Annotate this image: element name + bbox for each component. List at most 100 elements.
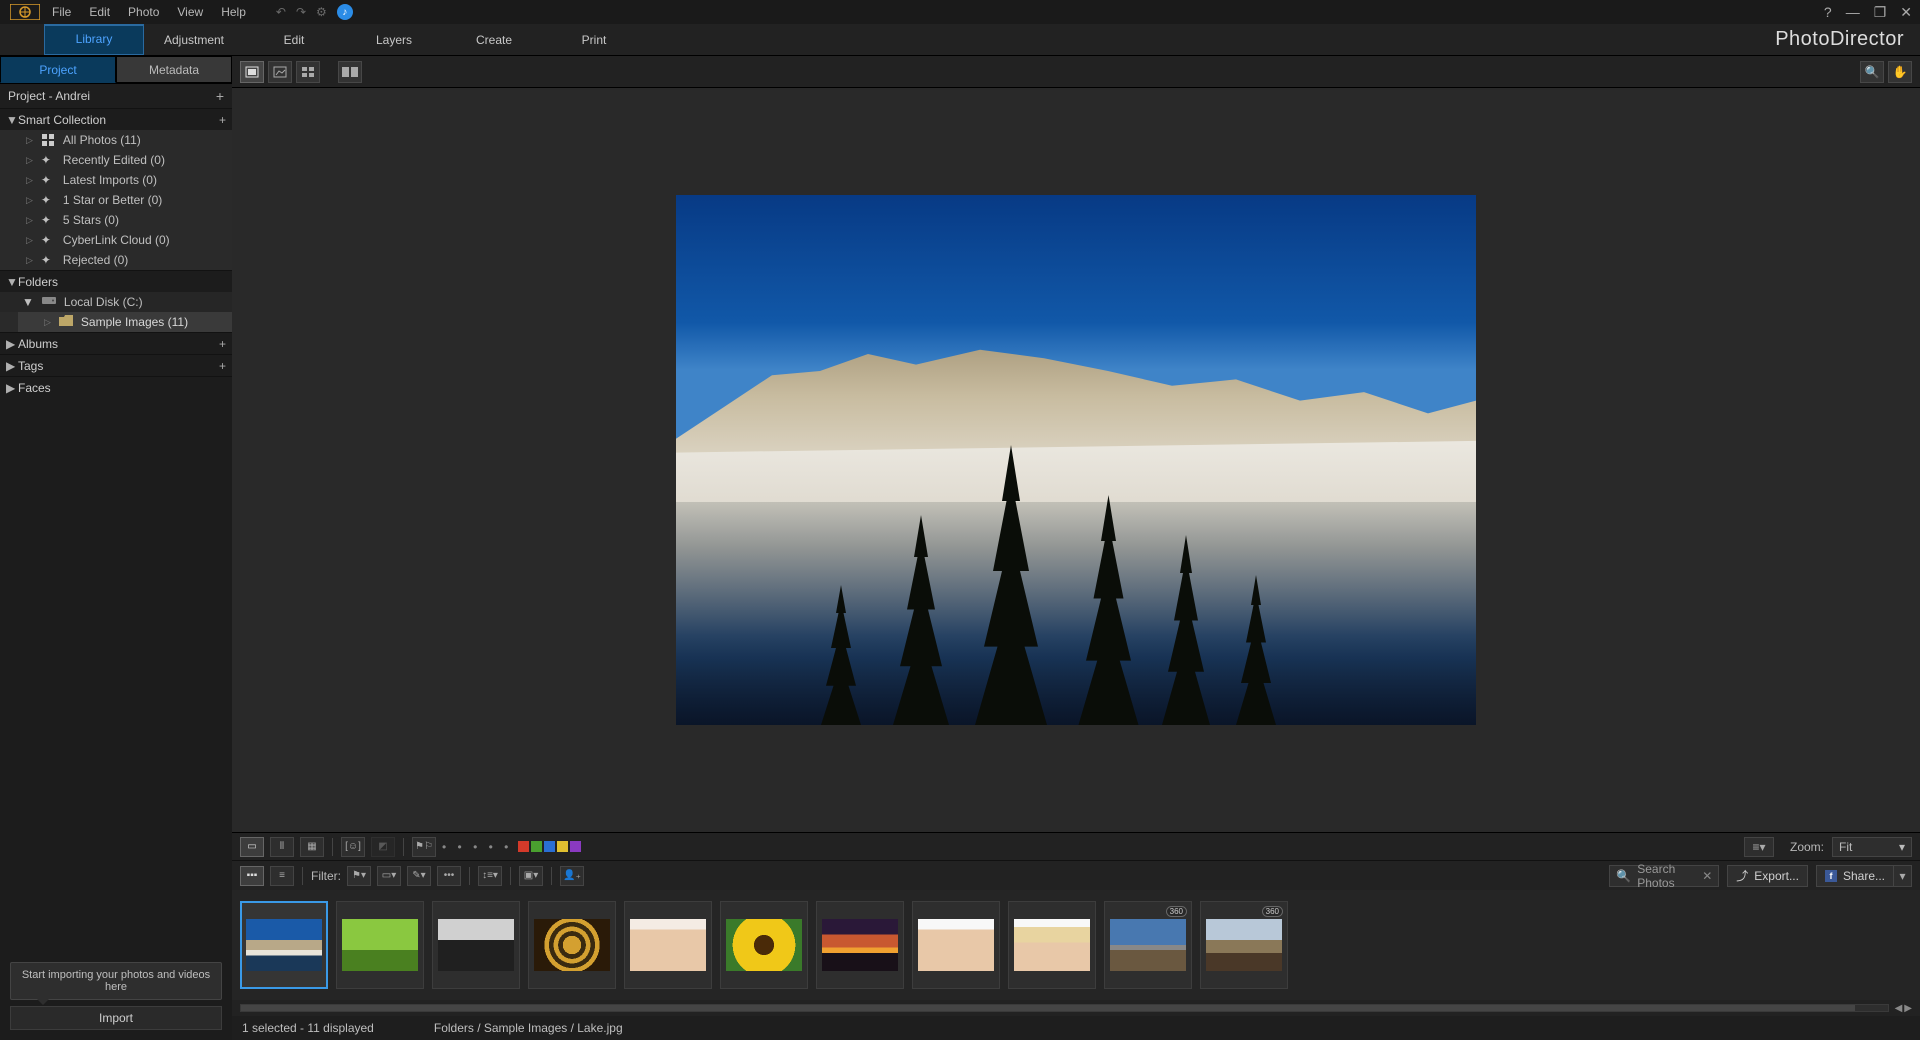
filter-label-icon[interactable]: ▭▾: [377, 866, 401, 886]
section-albums[interactable]: ▶ Albums +: [0, 332, 232, 354]
thumbnail-scrollbar[interactable]: [240, 1004, 1889, 1012]
add-album-icon[interactable]: +: [219, 337, 226, 351]
layout-split-icon[interactable]: ⫴: [270, 837, 294, 857]
tab-edit[interactable]: Edit: [244, 24, 344, 55]
view-compare-icon[interactable]: [338, 61, 362, 83]
view-grid-icon[interactable]: [296, 61, 320, 83]
color-chip[interactable]: [570, 841, 581, 852]
add-tag-icon[interactable]: +: [219, 359, 226, 373]
tab-layers[interactable]: Layers: [344, 24, 444, 55]
share-button[interactable]: fShare...: [1816, 865, 1894, 887]
tab-create[interactable]: Create: [444, 24, 544, 55]
menu-photo[interactable]: Photo: [128, 5, 159, 19]
scroll-left-icon[interactable]: ◀: [1895, 1003, 1903, 1014]
thumb-size-small-icon[interactable]: ▪▪▪: [240, 866, 264, 886]
folder-sample-images[interactable]: ▷Sample Images (11): [18, 312, 232, 332]
search-input[interactable]: 🔍 Search Photos ✕: [1609, 865, 1719, 887]
color-chip[interactable]: [544, 841, 555, 852]
add-smart-collection-icon[interactable]: +: [219, 113, 226, 127]
import-button[interactable]: Import: [10, 1006, 222, 1030]
zoom-tool-icon[interactable]: 🔍: [1860, 61, 1884, 83]
export-button[interactable]: ⤴Export...: [1727, 865, 1808, 887]
thumbnail-strip: 360 360: [232, 890, 1920, 1000]
section-faces[interactable]: ▶ Faces: [0, 376, 232, 398]
color-label-chips[interactable]: [518, 841, 581, 852]
sidebar-tab-metadata[interactable]: Metadata: [116, 56, 232, 83]
color-chip[interactable]: [557, 841, 568, 852]
gear-icon[interactable]: ⚙: [316, 5, 327, 19]
close-icon[interactable]: ✕: [1900, 4, 1912, 21]
share-dropdown-icon[interactable]: ▾: [1894, 865, 1912, 887]
smart-one-star[interactable]: ▷✦1 Star or Better (0): [0, 190, 232, 210]
chevron-right-icon: ▶: [6, 337, 18, 351]
thumbnail-meadow[interactable]: [336, 901, 424, 989]
sidebar-tabs: Project Metadata: [0, 56, 232, 84]
thumbnail-sunset[interactable]: [816, 901, 904, 989]
smart-all-photos[interactable]: ▷All Photos (11): [0, 130, 232, 150]
filter-edit-icon[interactable]: ✎▾: [407, 866, 431, 886]
thumbnail-spiral[interactable]: [528, 901, 616, 989]
thumbnail-scrollbar-row: ◀▶: [232, 1000, 1920, 1016]
restore-icon[interactable]: ❐: [1874, 4, 1887, 21]
section-tags[interactable]: ▶ Tags +: [0, 354, 232, 376]
thumbnail-woman-laugh[interactable]: [912, 901, 1000, 989]
zoom-select[interactable]: Fit▾: [1832, 837, 1912, 857]
redo-icon[interactable]: ↷: [296, 5, 306, 19]
smart-five-stars[interactable]: ▷✦5 Stars (0): [0, 210, 232, 230]
thumbnail-woman-smile[interactable]: [624, 901, 712, 989]
folder-local-disk[interactable]: ▼Local Disk (C:): [0, 292, 232, 312]
sidebar-tab-project[interactable]: Project: [0, 56, 116, 83]
section-label: Tags: [18, 359, 43, 373]
hand-tool-icon[interactable]: ✋: [1888, 61, 1912, 83]
notification-badge-icon[interactable]: ♪: [337, 4, 353, 20]
thumbnail-sunflower[interactable]: [720, 901, 808, 989]
thumbnail-lake[interactable]: [240, 901, 328, 989]
layout-filmstrip-icon[interactable]: ▭: [240, 837, 264, 857]
thumbnail-image: [246, 919, 322, 971]
tab-print[interactable]: Print: [544, 24, 644, 55]
smart-cyberlink-cloud[interactable]: ▷✦CyberLink Cloud (0): [0, 230, 232, 250]
clear-search-icon[interactable]: ✕: [1702, 869, 1712, 883]
help-icon[interactable]: ?: [1824, 4, 1832, 21]
color-chip[interactable]: [531, 841, 542, 852]
tab-library[interactable]: Library: [44, 24, 144, 55]
smart-rejected[interactable]: ▷✦Rejected (0): [0, 250, 232, 270]
menu-help[interactable]: Help: [221, 5, 246, 19]
menu-file[interactable]: File: [52, 5, 71, 19]
section-smart-collection[interactable]: ▼ Smart Collection +: [0, 108, 232, 130]
thumbnail-image: [918, 919, 994, 971]
sort-order-icon[interactable]: ↕≡▾: [478, 866, 502, 886]
add-project-icon[interactable]: +: [216, 88, 224, 104]
add-person-icon[interactable]: 👤₊: [560, 866, 584, 886]
color-chip[interactable]: [518, 841, 529, 852]
smart-recently-edited[interactable]: ▷✦Recently Edited (0): [0, 150, 232, 170]
thumb-size-list-icon[interactable]: ≡: [270, 866, 294, 886]
menu-edit[interactable]: Edit: [89, 5, 110, 19]
stack-icon[interactable]: ▣▾: [519, 866, 543, 886]
thumbnail-road-bw[interactable]: [432, 901, 520, 989]
filter-rating-icon[interactable]: •••: [437, 866, 461, 886]
view-single-icon[interactable]: [240, 61, 264, 83]
rating-stars[interactable]: • • • • •: [442, 840, 512, 854]
thumbnail-woman-blonde[interactable]: [1008, 901, 1096, 989]
filter-flag-icon[interactable]: ⚑▾: [347, 866, 371, 886]
view-side-icon[interactable]: [268, 61, 292, 83]
layout-grid-icon[interactable]: ▦: [300, 837, 324, 857]
menu-view[interactable]: View: [177, 5, 203, 19]
chevron-right-icon: ▶: [6, 359, 18, 373]
thumbnail-pano-mountain[interactable]: 360: [1200, 901, 1288, 989]
section-folders[interactable]: ▼ Folders: [0, 270, 232, 292]
sort-button[interactable]: ≡▾: [1744, 837, 1774, 857]
scroll-right-icon[interactable]: ▶: [1904, 1003, 1912, 1014]
undo-icon[interactable]: ↶: [276, 5, 286, 19]
face-tag-icon[interactable]: [☺]: [341, 837, 365, 857]
crop-icon[interactable]: ◩: [371, 837, 395, 857]
flag-icon[interactable]: ⚑⚐: [412, 837, 436, 857]
image-preview[interactable]: [232, 88, 1920, 832]
badge-360: 360: [1166, 906, 1187, 917]
smart-latest-imports[interactable]: ▷✦Latest Imports (0): [0, 170, 232, 190]
minimize-icon[interactable]: —: [1846, 4, 1860, 21]
tab-adjustment[interactable]: Adjustment: [144, 24, 244, 55]
status-selection: 1 selected - 11 displayed: [242, 1021, 374, 1035]
thumbnail-pano-road[interactable]: 360: [1104, 901, 1192, 989]
